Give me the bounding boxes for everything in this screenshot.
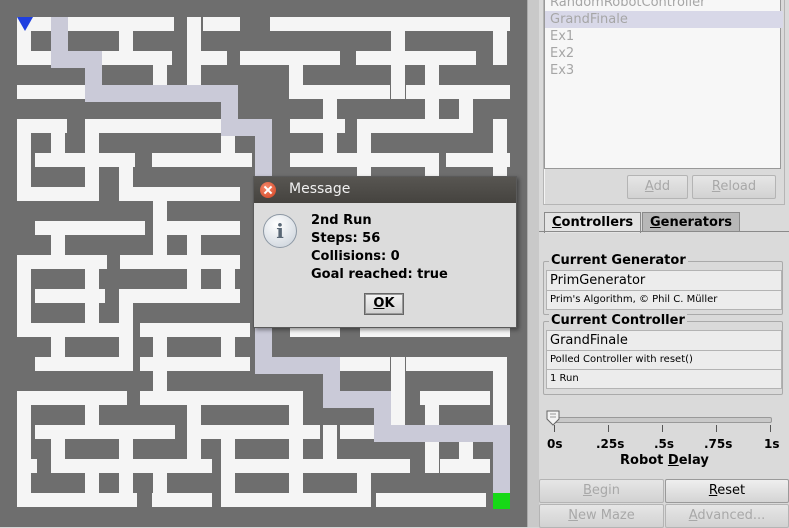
slider-tick-label: 1s <box>764 437 780 451</box>
ok-button[interactable]: OK <box>364 293 404 315</box>
slider-tick-label: 0s <box>547 437 563 451</box>
controller-name-field: GrandFinale <box>546 330 782 351</box>
list-item[interactable]: GrandFinale <box>545 11 783 28</box>
reset-button[interactable]: Reset <box>665 479 789 503</box>
slider-tick <box>608 425 609 432</box>
controller-list[interactable]: RandomRobotController GrandFinale Ex1 Ex… <box>544 0 783 169</box>
reload-button[interactable]: Reload <box>692 175 776 199</box>
robot-delay-slider-thumb[interactable] <box>546 410 560 426</box>
list-item[interactable]: Ex2 <box>545 45 783 62</box>
tab-controllers[interactable]: Controllers <box>544 212 642 233</box>
slider-tick-label: .5s <box>654 437 675 451</box>
controller-runs-field: 1 Run <box>546 369 782 389</box>
message-dialog: Message i 2nd Run Steps: 56 Collisions: … <box>253 176 517 328</box>
dialog-titlebar[interactable]: Message <box>254 177 516 203</box>
info-icon: i <box>263 214 297 248</box>
slider-tick <box>716 425 717 432</box>
dialog-message-line: Collisions: 0 <box>311 249 400 264</box>
generator-name-field: PrimGenerator <box>546 270 782 291</box>
slider-tick-label: .75s <box>704 437 733 451</box>
begin-button[interactable]: Begin <box>539 479 664 503</box>
list-item[interactable]: Ex3 <box>545 62 783 79</box>
dialog-message-line: 2nd Run <box>311 213 372 228</box>
tab-generators[interactable]: Generators <box>642 212 741 232</box>
close-icon[interactable] <box>260 182 276 198</box>
dialog-title: Message <box>289 181 351 197</box>
add-button[interactable]: Add <box>627 175 688 199</box>
slider-tick-label: .25s <box>596 437 625 451</box>
tab-divider <box>539 231 789 232</box>
slider-tick <box>662 425 663 432</box>
new-maze-button[interactable]: New Maze <box>539 504 664 528</box>
slider-tick <box>554 425 555 432</box>
goal-square-icon <box>493 493 510 509</box>
dialog-message-line: Goal reached: true <box>311 267 448 282</box>
robot-delay-slider-track[interactable] <box>550 417 772 423</box>
generator-description-field: Prim's Algorithm, © Phil C. Müller <box>546 290 782 310</box>
list-item[interactable]: RandomRobotController <box>545 0 783 11</box>
controller-description-field: Polled Controller with reset() <box>546 350 782 370</box>
generator-group-title: Current Generator <box>549 253 688 268</box>
advanced-button[interactable]: Advanced... <box>665 504 789 528</box>
controller-group-title: Current Controller <box>549 313 687 328</box>
dialog-message-line: Steps: 56 <box>311 231 381 246</box>
robot-delay-label: Robot Delay <box>620 453 709 468</box>
list-item[interactable]: Ex1 <box>545 28 783 45</box>
slider-tick <box>770 425 771 432</box>
